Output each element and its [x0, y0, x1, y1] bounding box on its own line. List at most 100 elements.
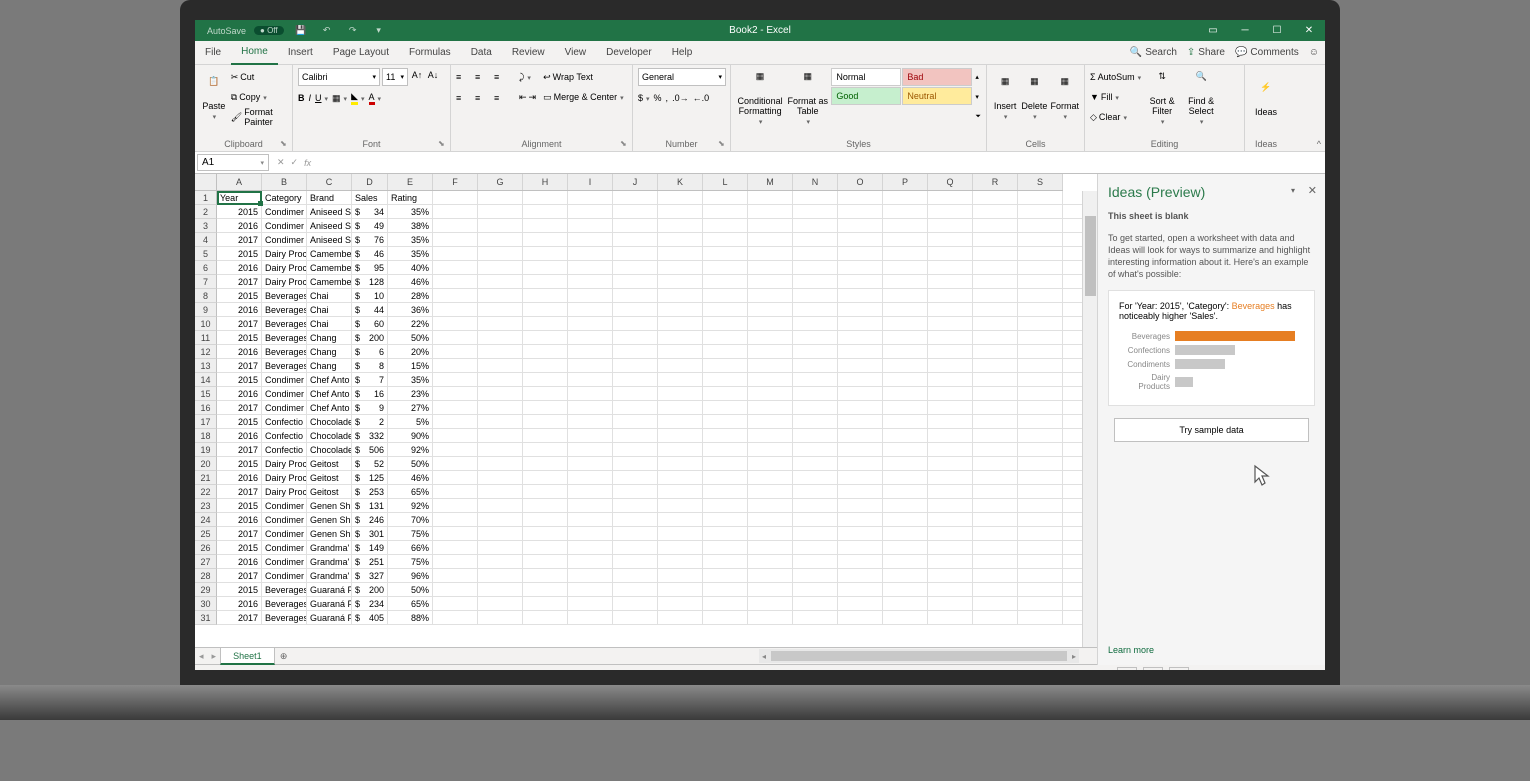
- cell[interactable]: 65%: [388, 485, 433, 498]
- row-header[interactable]: 30: [195, 597, 217, 611]
- align-left-button[interactable]: ≡: [456, 89, 474, 107]
- cell[interactable]: [613, 289, 658, 302]
- cell[interactable]: [793, 275, 838, 288]
- row-header[interactable]: 20: [195, 457, 217, 471]
- cell[interactable]: Brand: [307, 191, 352, 204]
- cell[interactable]: [1018, 429, 1063, 442]
- row-header[interactable]: 16: [195, 401, 217, 415]
- cell[interactable]: Beverages: [262, 345, 307, 358]
- cell[interactable]: [433, 513, 478, 526]
- cell[interactable]: [658, 205, 703, 218]
- cell[interactable]: [478, 359, 523, 372]
- format-as-table-button[interactable]: ▦Format as Table: [787, 68, 828, 130]
- cell[interactable]: [703, 429, 748, 442]
- cell[interactable]: [658, 401, 703, 414]
- cell[interactable]: [703, 317, 748, 330]
- cell[interactable]: [703, 415, 748, 428]
- cell[interactable]: [973, 569, 1018, 582]
- cell[interactable]: [703, 527, 748, 540]
- cell[interactable]: [568, 317, 613, 330]
- cell[interactable]: [523, 303, 568, 316]
- cell[interactable]: [658, 583, 703, 596]
- cell[interactable]: $60: [352, 317, 388, 330]
- cell[interactable]: 2015: [217, 373, 262, 386]
- cell[interactable]: [478, 289, 523, 302]
- cell[interactable]: [613, 317, 658, 330]
- cell[interactable]: [838, 219, 883, 232]
- cell[interactable]: 2016: [217, 387, 262, 400]
- cell[interactable]: [793, 513, 838, 526]
- row-header[interactable]: 29: [195, 583, 217, 597]
- cell[interactable]: Year: [217, 191, 262, 204]
- tab-formulas[interactable]: Formulas: [399, 41, 461, 65]
- cell[interactable]: [703, 569, 748, 582]
- cell[interactable]: Dairy Proc: [262, 261, 307, 274]
- cell[interactable]: [433, 541, 478, 554]
- cell[interactable]: [748, 345, 793, 358]
- cell[interactable]: Chocolade: [307, 429, 352, 442]
- cell[interactable]: [883, 387, 928, 400]
- cell[interactable]: [748, 499, 793, 512]
- cell[interactable]: [658, 303, 703, 316]
- column-header[interactable]: P: [883, 174, 928, 190]
- cell[interactable]: [658, 541, 703, 554]
- cell[interactable]: 90%: [388, 429, 433, 442]
- cell[interactable]: [568, 303, 613, 316]
- cell[interactable]: [748, 443, 793, 456]
- cell[interactable]: Condimer: [262, 219, 307, 232]
- cell[interactable]: [658, 485, 703, 498]
- cell[interactable]: Grandma': [307, 569, 352, 582]
- cell[interactable]: [928, 513, 973, 526]
- cell[interactable]: [883, 233, 928, 246]
- cell[interactable]: [613, 499, 658, 512]
- cell[interactable]: Rating: [388, 191, 433, 204]
- cell[interactable]: [568, 345, 613, 358]
- cell[interactable]: [748, 387, 793, 400]
- cell[interactable]: 27%: [388, 401, 433, 414]
- cell[interactable]: [478, 457, 523, 470]
- cell[interactable]: [478, 387, 523, 400]
- tell-me-search[interactable]: 🔍Search: [1130, 47, 1177, 58]
- cell[interactable]: [883, 289, 928, 302]
- row-header[interactable]: 22: [195, 485, 217, 499]
- italic-button[interactable]: I: [309, 89, 312, 107]
- cell[interactable]: [1018, 331, 1063, 344]
- cell[interactable]: [883, 303, 928, 316]
- cell[interactable]: [838, 261, 883, 274]
- undo-icon[interactable]: ↶: [318, 22, 336, 40]
- cell[interactable]: Condimer: [262, 205, 307, 218]
- cell[interactable]: [433, 401, 478, 414]
- cell[interactable]: $125: [352, 471, 388, 484]
- cell[interactable]: [523, 597, 568, 610]
- cell[interactable]: [433, 289, 478, 302]
- cell[interactable]: [928, 317, 973, 330]
- cell[interactable]: [568, 485, 613, 498]
- cell[interactable]: [703, 513, 748, 526]
- cell[interactable]: [748, 275, 793, 288]
- cell[interactable]: [568, 429, 613, 442]
- cell[interactable]: Dairy Proc: [262, 457, 307, 470]
- smiley-icon[interactable]: ☺: [1309, 47, 1319, 58]
- vertical-scrollbar[interactable]: [1082, 191, 1097, 647]
- cell[interactable]: [883, 597, 928, 610]
- cell[interactable]: [658, 317, 703, 330]
- cell[interactable]: $327: [352, 569, 388, 582]
- cell[interactable]: Dairy Proc: [262, 275, 307, 288]
- insert-cells-button[interactable]: ▦Insert: [992, 68, 1018, 130]
- cell[interactable]: [613, 429, 658, 442]
- cell[interactable]: [748, 583, 793, 596]
- zoom-in-button[interactable]: +: [1283, 669, 1288, 670]
- cell[interactable]: [748, 359, 793, 372]
- cell[interactable]: [613, 387, 658, 400]
- cell[interactable]: [658, 513, 703, 526]
- cell[interactable]: Grandma': [307, 555, 352, 568]
- cell[interactable]: [523, 373, 568, 386]
- cell[interactable]: [973, 555, 1018, 568]
- cell[interactable]: [523, 499, 568, 512]
- cell[interactable]: [478, 429, 523, 442]
- cell[interactable]: [793, 583, 838, 596]
- tab-page-layout[interactable]: Page Layout: [323, 41, 399, 65]
- cell[interactable]: [1018, 205, 1063, 218]
- cell[interactable]: [1018, 457, 1063, 470]
- cell[interactable]: $200: [352, 583, 388, 596]
